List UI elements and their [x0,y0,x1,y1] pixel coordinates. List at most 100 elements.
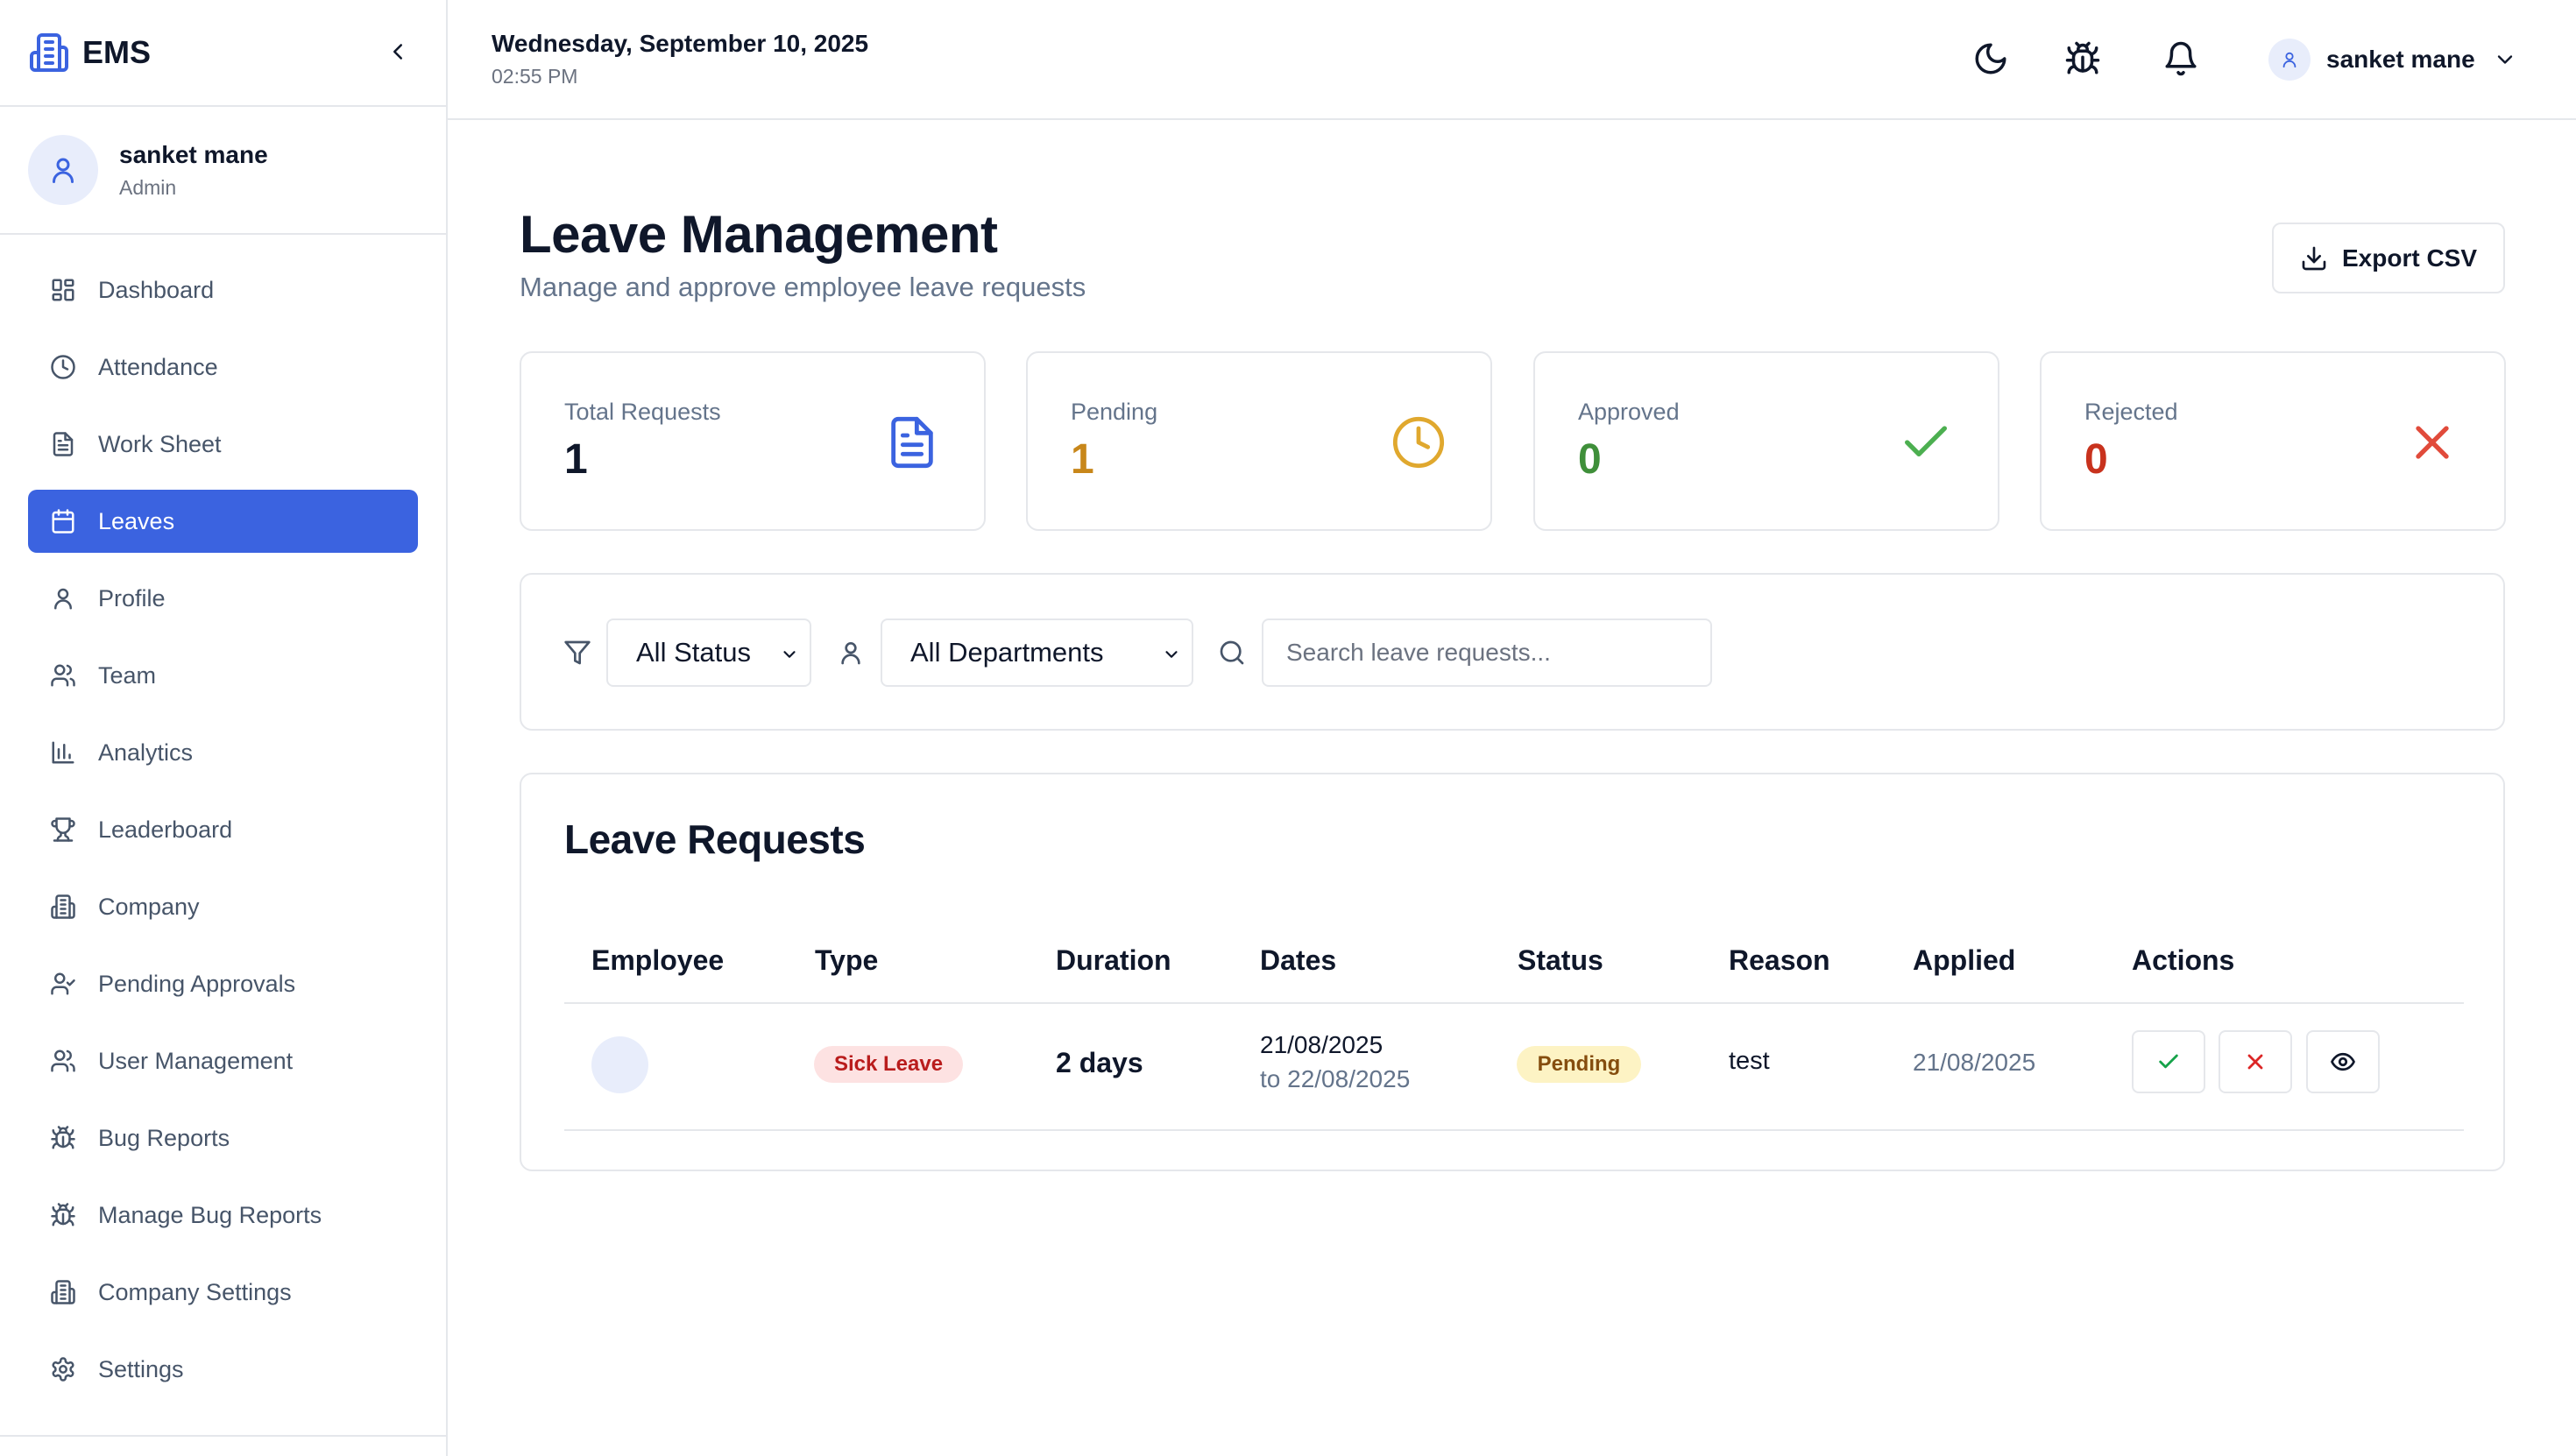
sidebar-item-attendance[interactable]: Attendance [28,336,418,399]
bug-icon [51,1126,75,1149]
status-filter-select[interactable]: All Status [606,618,811,687]
stat-card-rejected: Rejected 0 [2040,351,2506,531]
sidebar-item-label: Leaderboard [98,816,233,843]
view-button[interactable] [2306,1030,2380,1093]
stat-value: 1 [1071,436,1094,483]
sidebar-item-leaderboard[interactable]: Leaderboard [28,798,418,861]
column-header-applied: Applied [1913,944,2016,976]
document-icon [53,432,74,456]
bell-icon[interactable] [2162,40,2199,77]
table-header-divider [564,1002,2464,1004]
chevron-down-icon [2497,55,2512,64]
sidebar-item-user-management[interactable]: User Management [28,1029,418,1092]
dashboard-grid-icon [52,279,74,301]
stat-card-pending: Pending 1 [1026,351,1492,531]
bug-icon[interactable] [2064,40,2101,77]
sidebar-item-label: User Management [98,1047,294,1074]
sidebar-item-label: Work Sheet [98,430,222,457]
clock-icon [51,355,75,379]
avatar [28,135,98,205]
duration-cell: 2 days [1056,1047,1143,1078]
sidebar-item-leaves[interactable]: Leaves [28,490,418,553]
sidebar-item-work-sheet[interactable]: Work Sheet [28,413,418,476]
employee-avatar [591,1036,648,1093]
sidebar-item-analytics[interactable]: Analytics [28,721,418,784]
stat-value: 1 [564,436,588,483]
sidebar-item-bug-reports[interactable]: Bug Reports [28,1106,418,1170]
department-filter-select[interactable]: All Departments [881,618,1193,687]
stat-value: 0 [1578,436,1602,483]
check-icon [2159,1054,2178,1069]
leave-requests-title: Leave Requests [564,816,866,862]
clock-icon [1392,416,1445,469]
export-csv-label: Export CSV [2341,244,2478,272]
user-menu[interactable]: sanket mane [2268,39,2517,81]
applied-cell: 21/08/2025 [1913,1049,2036,1076]
status-filter-value: All Status [636,637,751,668]
sidebar-item-label: Settings [98,1355,184,1382]
page-subtitle: Manage and approve employee leave reques… [520,272,1086,302]
sidebar-item-settings[interactable]: Settings [28,1338,418,1401]
user-icon [53,158,74,183]
download-icon [2302,246,2326,270]
stats-row: Total Requests 1 Pending 1 Approved 0 Re… [520,351,2506,531]
search-input[interactable] [1262,618,1712,687]
sidebar-user-name: sanket mane [119,140,268,168]
status-badge: Pending [1517,1046,1641,1083]
brand-header: EMS [0,0,446,107]
page-title: Leave Management [520,205,998,264]
stat-label: Rejected [2084,399,2178,425]
current-time: 02:55 PM [492,65,578,88]
sidebar-item-company-settings[interactable]: Company Settings [28,1261,418,1324]
sidebar-divider [0,1435,448,1437]
brand-name: EMS [82,34,152,70]
sidebar-item-label: Dashboard [98,276,215,303]
reject-button[interactable] [2219,1030,2292,1093]
table-row-divider [564,1129,2464,1131]
bar-chart-icon [52,741,74,764]
leave-type-badge: Sick Leave [814,1046,963,1083]
sidebar-item-company[interactable]: Company [28,875,418,938]
stat-card-total: Total Requests 1 [520,351,986,531]
building-icon [51,894,75,919]
sidebar-item-label: Analytics [98,739,194,766]
reason-cell: test [1729,1047,1770,1075]
sidebar-item-pending-approvals[interactable]: Pending Approvals [28,952,418,1015]
stat-value: 0 [2084,436,2108,483]
sidebar-item-label: Profile [98,584,166,611]
chevron-left-icon[interactable] [385,39,411,65]
sidebar-item-label: Leaves [98,507,175,534]
user-icon [2282,52,2296,68]
sidebar-item-manage-bug-reports[interactable]: Manage Bug Reports [28,1184,418,1247]
search-icon [1220,640,1244,665]
user-check-icon [51,972,75,995]
department-filter-value: All Departments [910,637,1104,668]
date-from-cell: 21/08/2025 [1260,1031,1384,1058]
export-csv-button[interactable]: Export CSV [2272,223,2505,293]
filters-bar: All Status All Departments [520,573,2505,731]
stat-label: Approved [1578,399,1680,425]
approve-button[interactable] [2132,1030,2205,1093]
sidebar-item-label: Attendance [98,353,218,380]
stat-label: Pending [1071,399,1158,425]
calendar-icon [52,509,74,534]
sidebar-item-profile[interactable]: Profile [28,567,418,630]
building-icon [51,1280,75,1304]
sidebar-item-label: Manage Bug Reports [98,1201,322,1228]
column-header-dates: Dates [1260,944,1337,976]
sidebar-item-label: Pending Approvals [98,970,296,997]
topbar: Wednesday, September 10, 2025 02:55 PM s… [448,0,2576,120]
moon-icon[interactable] [1972,40,2009,77]
filter-icon [564,640,591,665]
user-icon [54,588,72,610]
bug-icon [51,1203,75,1226]
leave-requests-card: Leave Requests Employee Type Duration Da… [520,773,2505,1171]
sidebar-item-label: Company Settings [98,1278,292,1305]
users-icon [51,664,75,687]
sidebar-item-team[interactable]: Team [28,644,418,707]
sidebar-item-dashboard[interactable]: Dashboard [28,258,418,322]
chevron-down-icon [1165,651,1178,658]
date-to-cell: to 22/08/2025 [1260,1065,1411,1092]
x-icon [2247,1054,2263,1070]
column-header-reason: Reason [1729,944,1830,976]
